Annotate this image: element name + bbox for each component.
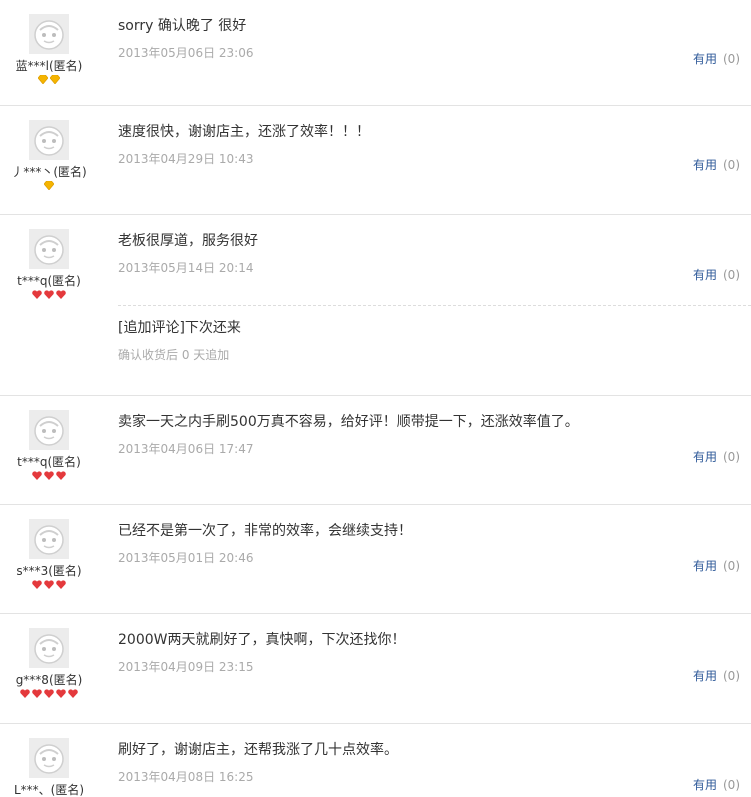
default-avatar-icon[interactable] (29, 14, 69, 54)
helpful-vote: 有用 (0) (693, 669, 740, 683)
review-comment: 卖家一天之内手刷500万真不容易，给好评！顺带提一下，还涨效率值了。 (118, 414, 579, 430)
review-item: s***3(匿名) 已经不是第一次了，非常的效率，会继续支持！ 2013年05月… (0, 505, 751, 614)
red-heart-icon (32, 689, 42, 698)
review-date: 2013年05月01日 20:46 (118, 551, 254, 565)
review-date: 2013年04月06日 17:47 (118, 442, 254, 456)
default-avatar-icon[interactable] (29, 628, 69, 668)
helpful-count: (0) (723, 778, 740, 792)
review-comment: sorry 确认晚了 很好 (118, 18, 247, 34)
helpful-vote: 有用 (0) (693, 778, 740, 792)
red-heart-icon (20, 689, 30, 698)
red-heart-icon (44, 290, 54, 299)
review-date: 2013年05月06日 23:06 (118, 46, 254, 60)
review-item: t***q(匿名) 卖家一天之内手刷500万真不容易，给好评！顺带提一下，还涨效… (0, 396, 751, 505)
helpful-vote: 有用 (0) (693, 158, 740, 172)
reviewer-credit-badges (0, 75, 98, 85)
reviewer-name[interactable]: t***q(匿名) (0, 455, 98, 469)
review-item: g***8(匿名) 2000W两天就刷好了，真快啊，下次还找你！ 2013年04… (0, 614, 751, 724)
reviewer-info: t***q(匿名) (0, 229, 98, 300)
reviewer-credit-badges (0, 290, 98, 300)
default-avatar-icon[interactable] (29, 738, 69, 778)
helpful-button[interactable]: 有用 (693, 778, 717, 792)
helpful-count: (0) (723, 450, 740, 464)
review-comment: 刷好了，谢谢店主，还帮我涨了几十点效率。 (118, 742, 398, 758)
helpful-button[interactable]: 有用 (693, 669, 717, 683)
red-heart-icon (44, 689, 54, 698)
yellow-diamond-icon (38, 75, 48, 84)
red-heart-icon (44, 471, 54, 480)
helpful-count: (0) (723, 669, 740, 683)
helpful-button[interactable]: 有用 (693, 52, 717, 66)
helpful-button[interactable]: 有用 (693, 450, 717, 464)
reviewer-name[interactable]: t***q(匿名) (0, 274, 98, 288)
review-comment: 已经不是第一次了，非常的效率，会继续支持！ (118, 523, 412, 539)
helpful-count: (0) (723, 52, 740, 66)
reviewer-info: g***8(匿名) (0, 628, 98, 699)
helpful-vote: 有用 (0) (693, 559, 740, 573)
reviewer-credit-badges (0, 181, 98, 191)
review-comment: 老板很厚道，服务很好 (118, 233, 258, 249)
red-heart-icon (68, 689, 78, 698)
red-heart-icon (56, 689, 66, 698)
review-item: t***q(匿名) 老板很厚道，服务很好 2013年05月14日 20:14 有… (0, 215, 751, 396)
review-date: 2013年04月09日 23:15 (118, 660, 254, 674)
reviewer-info: 丿***丶(匿名) (0, 120, 98, 191)
reviewer-name[interactable]: g***8(匿名) (0, 673, 98, 687)
reviewer-name[interactable]: 蓝***l(匿名) (0, 59, 98, 73)
reviewer-credit-badges (0, 580, 98, 590)
helpful-count: (0) (723, 158, 740, 172)
review-date: 2013年04月29日 10:43 (118, 152, 254, 166)
red-heart-icon (32, 290, 42, 299)
reviewer-credit-badges (0, 689, 98, 699)
red-heart-icon (56, 471, 66, 480)
default-avatar-icon[interactable] (29, 229, 69, 269)
review-list: 蓝***l(匿名) sorry 确认晚了 很好 2013年05月06日 23:0… (0, 0, 751, 797)
yellow-diamond-icon (50, 75, 60, 84)
reviewer-info: L***、(匿名) (0, 738, 98, 797)
review-item: L***、(匿名) 刷好了，谢谢店主，还帮我涨了几十点效率。 2013年04月0… (0, 724, 751, 797)
red-heart-icon (44, 580, 54, 589)
review-item: 蓝***l(匿名) sorry 确认晚了 很好 2013年05月06日 23:0… (0, 0, 751, 106)
reviewer-info: s***3(匿名) (0, 519, 98, 590)
red-heart-icon (32, 580, 42, 589)
helpful-button[interactable]: 有用 (693, 158, 717, 172)
reviewer-credit-badges (0, 471, 98, 481)
red-heart-icon (56, 290, 66, 299)
helpful-vote: 有用 (0) (693, 52, 740, 66)
review-comment: 2000W两天就刷好了，真快啊，下次还找你！ (118, 632, 406, 648)
helpful-button[interactable]: 有用 (693, 268, 717, 282)
reviewer-info: t***q(匿名) (0, 410, 98, 481)
appended-comment: [追加评论]下次还来 (118, 320, 241, 336)
review-comment: 速度很快，谢谢店主，还涨了效率！！！ (118, 124, 370, 140)
red-heart-icon (32, 471, 42, 480)
yellow-diamond-icon (44, 181, 54, 190)
review-date: 2013年04月08日 16:25 (118, 770, 254, 784)
helpful-vote: 有用 (0) (693, 450, 740, 464)
default-avatar-icon[interactable] (29, 120, 69, 160)
helpful-count: (0) (723, 559, 740, 573)
review-date: 2013年05月14日 20:14 (118, 261, 254, 275)
reviewer-name[interactable]: 丿***丶(匿名) (0, 165, 98, 179)
red-heart-icon (56, 580, 66, 589)
reviewer-name[interactable]: L***、(匿名) (0, 783, 98, 797)
helpful-button[interactable]: 有用 (693, 559, 717, 573)
appended-note: 确认收货后 0 天追加 (118, 348, 230, 362)
default-avatar-icon[interactable] (29, 519, 69, 559)
helpful-count: (0) (723, 268, 740, 282)
helpful-vote: 有用 (0) (693, 268, 740, 282)
reviewer-name[interactable]: s***3(匿名) (0, 564, 98, 578)
appended-review: [追加评论]下次还来 确认收货后 0 天追加 (118, 305, 751, 364)
reviewer-info: 蓝***l(匿名) (0, 14, 98, 85)
default-avatar-icon[interactable] (29, 410, 69, 450)
review-item: 丿***丶(匿名) 速度很快，谢谢店主，还涨了效率！！！ 2013年04月29日… (0, 106, 751, 215)
